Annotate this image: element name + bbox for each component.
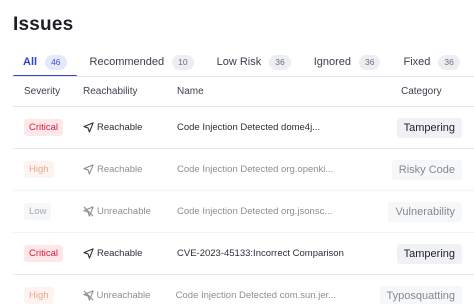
arrow-slash-icon xyxy=(82,290,94,301)
reachability-cell: Reachable xyxy=(69,248,169,259)
severity-badge: High xyxy=(24,161,54,178)
issue-name: Code Injection Detected org.openki... xyxy=(177,164,334,175)
severity-badge: Critical xyxy=(24,245,64,262)
issue-tabs: All 46 Recommended 10 Low Risk 36 Ignore… xyxy=(13,50,474,77)
severity-badge: High xyxy=(24,287,54,304)
column-header-name[interactable]: Name xyxy=(169,86,383,97)
reachability-label: Unreachable xyxy=(97,206,151,217)
tab-count-badge: 10 xyxy=(172,54,194,70)
tab-label: All xyxy=(23,56,38,68)
column-header-severity[interactable]: Severity xyxy=(13,86,69,97)
reachability-label: Unreachable xyxy=(96,290,151,301)
tab-fixed[interactable]: Fixed 36 xyxy=(393,50,469,74)
category-badge: Typosquatting xyxy=(379,285,462,304)
tab-label: Low Risk xyxy=(216,56,262,68)
tab-low-risk[interactable]: Low Risk 36 xyxy=(207,50,301,74)
reachability-label: Reachable xyxy=(97,248,143,259)
reachability-label: Reachable xyxy=(97,164,143,175)
issue-name: Code Injection Detected com.sun.jer... xyxy=(175,290,337,301)
table-row[interactable]: Critical Reachable Code Injection Detect… xyxy=(13,107,474,149)
page-title: Issues xyxy=(13,14,74,35)
category-badge: Risky Code xyxy=(391,159,462,180)
arrow-slash-icon xyxy=(83,206,94,217)
severity-badge: Critical xyxy=(24,119,64,136)
issue-name: Code Injection Detected org.jsonsc... xyxy=(177,206,333,217)
tab-label: Fixed xyxy=(403,56,431,68)
tab-count-badge: 46 xyxy=(45,54,67,70)
table-header: Severity Reachability Name Category xyxy=(13,77,474,107)
tab-label: Ignored xyxy=(313,56,351,68)
tab-ignored[interactable]: Ignored 36 xyxy=(304,50,391,74)
severity-badge: Low xyxy=(24,203,52,220)
tab-recommended[interactable]: Recommended 10 xyxy=(80,50,204,74)
reachability-label: Reachable xyxy=(97,122,143,133)
tab-all[interactable]: All 46 xyxy=(13,50,77,77)
category-badge: Tampering xyxy=(396,117,462,138)
category-badge: Tampering xyxy=(396,243,462,264)
column-header-category[interactable]: Category xyxy=(383,86,474,97)
issue-name: Code Injection Detected dome4j... xyxy=(177,122,321,133)
table-row[interactable]: Low Unreachable Code Injection Detected … xyxy=(13,191,474,233)
tab-count-badge: 36 xyxy=(269,54,291,70)
arrow-icon xyxy=(83,164,94,175)
reachability-cell: Unreachable xyxy=(69,206,169,217)
table-row[interactable]: Critical Reachable CVE-2023-45133:Incorr… xyxy=(13,233,474,275)
tab-label: Recommended xyxy=(89,56,165,68)
tab-count-badge: 36 xyxy=(438,54,460,70)
reachability-cell: Unreachable xyxy=(69,290,168,301)
arrow-icon xyxy=(83,122,94,133)
table-row[interactable]: High Reachable Code Injection Detected o… xyxy=(13,149,474,191)
issue-name: CVE-2023-45133:Incorrect Comparison xyxy=(177,248,344,259)
issues-table: Severity Reachability Name Category Crit… xyxy=(13,77,474,304)
column-header-reachability[interactable]: Reachability xyxy=(69,86,169,97)
reachability-cell: Reachable xyxy=(69,122,169,133)
tab-count-badge: 36 xyxy=(359,54,381,70)
arrow-icon xyxy=(83,248,94,259)
table-row[interactable]: High Unreachable Code Injection Detected… xyxy=(13,275,474,304)
category-badge: Vulnerability xyxy=(388,201,462,222)
reachability-cell: Reachable xyxy=(69,164,169,175)
